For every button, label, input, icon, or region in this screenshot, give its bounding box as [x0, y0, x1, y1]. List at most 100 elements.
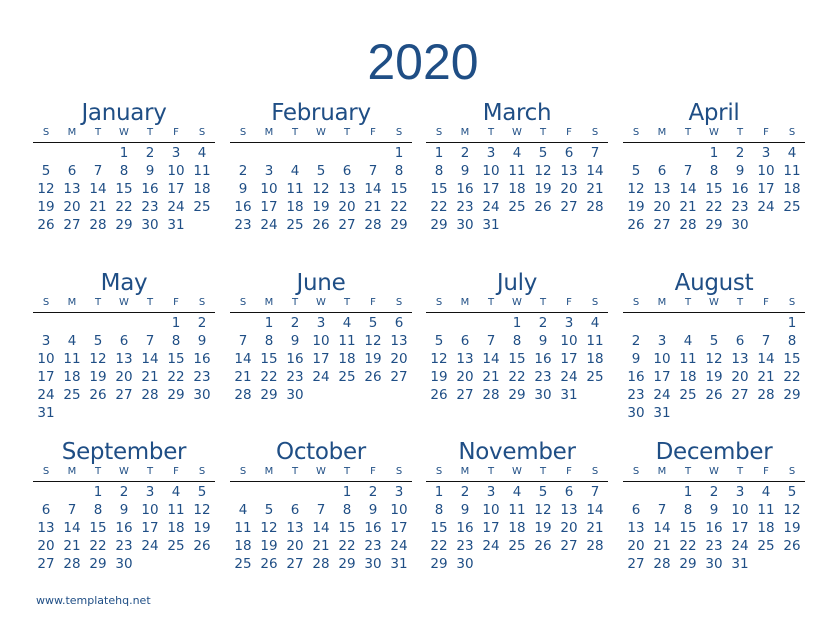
day-cell: 2: [460, 484, 470, 500]
day-cell: 21: [141, 369, 159, 385]
day-cell: 24: [731, 538, 749, 554]
day-cell: 4: [290, 163, 300, 179]
day-cell: 26: [193, 538, 211, 554]
day-cell: 11: [167, 502, 185, 518]
month-october: October S M T W T F S 1 2 3 4 5 6 7 8 9 10 11 12 13 14 15 16 17 1…: [230, 439, 412, 573]
day-cell: 4: [787, 145, 797, 161]
weekday-label: T: [291, 127, 299, 138]
day-cell: 11: [508, 502, 526, 518]
day-cell: 5: [264, 502, 274, 518]
day-cell: 16: [627, 369, 645, 385]
day-cell: 4: [197, 145, 207, 161]
day-cell: 7: [316, 502, 326, 518]
day-cell: 22: [430, 199, 448, 215]
day-cell: 12: [627, 181, 645, 197]
weekday-label: W: [119, 127, 129, 138]
day-cell: 19: [430, 369, 448, 385]
empty-cell: [623, 314, 649, 332]
weekday-label: F: [566, 297, 572, 308]
day-cell: 21: [586, 181, 604, 197]
day-cell: 18: [167, 520, 185, 536]
day-cell: 13: [63, 181, 81, 197]
day-cell: 3: [735, 484, 745, 500]
day-cell: 15: [705, 181, 723, 197]
empty-cell: [230, 144, 256, 162]
day-cell: 30: [731, 217, 749, 233]
month-july: July S M T W T F S 1 2 3 4 5 6 7 8 9 10 11 12 13 14 15 16 17 18 19…: [426, 270, 608, 404]
day-cell: 1: [394, 145, 404, 161]
day-cell: 24: [390, 538, 408, 554]
day-cell: 2: [145, 145, 155, 161]
month-name: August: [674, 270, 754, 296]
day-cell: 29: [167, 387, 185, 403]
weekday-label: T: [487, 297, 495, 308]
day-cell: 25: [286, 217, 304, 233]
day-cell: 16: [234, 199, 252, 215]
day-cell: 22: [338, 538, 356, 554]
day-cell: 13: [338, 181, 356, 197]
day-cell: 5: [538, 145, 548, 161]
day-cell: 9: [238, 181, 248, 197]
day-cell: 13: [653, 181, 671, 197]
day-cell: 21: [364, 199, 382, 215]
day-cell: 14: [653, 520, 671, 536]
day-cell: 3: [264, 163, 274, 179]
day-cell: 19: [260, 538, 278, 554]
day-cell: 25: [679, 387, 697, 403]
month-november: November S M T W T F S 1 2 3 4 5 6 7 8 9 10 11 12 13 14 15 16 17…: [426, 439, 608, 573]
day-cell: 26: [534, 538, 552, 554]
weekday-label: M: [657, 466, 667, 477]
day-cell: 17: [312, 351, 330, 367]
day-cell: 7: [590, 484, 600, 500]
day-cell: 25: [63, 387, 81, 403]
website-link[interactable]: www.templatehq.net: [36, 594, 151, 607]
day-cell: 16: [705, 520, 723, 536]
day-cell: 9: [197, 333, 207, 349]
day-cell: 24: [757, 199, 775, 215]
days-grid: 1 2 3 4 5 6 7 8 9 10 11 12 13 14 15 16 17 18 19 20 21 22 23 24 2…: [33, 483, 215, 573]
day-cell: 30: [456, 217, 474, 233]
day-cell: 10: [167, 163, 185, 179]
day-cell: 1: [434, 484, 444, 500]
day-cell: 7: [145, 333, 155, 349]
day-cell: 14: [482, 351, 500, 367]
day-cell: 18: [338, 351, 356, 367]
weekday-label: S: [198, 466, 206, 477]
day-cell: 26: [627, 217, 645, 233]
day-cell: 25: [193, 199, 211, 215]
day-cell: 3: [761, 145, 771, 161]
day-cell: 4: [761, 484, 771, 500]
day-cell: 24: [482, 199, 500, 215]
day-cell: 25: [234, 556, 252, 572]
day-cell: 11: [234, 520, 252, 536]
day-cell: 26: [705, 387, 723, 403]
day-cell: 20: [456, 369, 474, 385]
day-cell: 10: [757, 163, 775, 179]
day-cell: 31: [167, 217, 185, 233]
day-cell: 1: [787, 315, 797, 331]
empty-cell: [623, 144, 649, 162]
day-cell: 10: [260, 181, 278, 197]
month-name: December: [655, 439, 773, 465]
day-cell: 7: [590, 145, 600, 161]
day-cell: 22: [167, 369, 185, 385]
day-cell: 23: [364, 538, 382, 554]
weekday-label: F: [763, 127, 769, 138]
empty-cell: [33, 144, 59, 162]
day-cell: 22: [89, 538, 107, 554]
day-cell: 22: [679, 538, 697, 554]
day-cell: 3: [145, 484, 155, 500]
day-cell: 8: [119, 163, 129, 179]
day-cell: 31: [731, 556, 749, 572]
day-cell: 5: [538, 484, 548, 500]
weekday-label: M: [67, 127, 77, 138]
day-cell: 23: [141, 199, 159, 215]
day-cell: 3: [564, 315, 574, 331]
day-cell: 24: [560, 369, 578, 385]
day-cell: 5: [316, 163, 326, 179]
day-cell: 6: [564, 484, 574, 500]
empty-cell: [649, 483, 675, 501]
day-cell: 10: [390, 502, 408, 518]
day-cell: 5: [631, 163, 641, 179]
day-cell: 20: [63, 199, 81, 215]
